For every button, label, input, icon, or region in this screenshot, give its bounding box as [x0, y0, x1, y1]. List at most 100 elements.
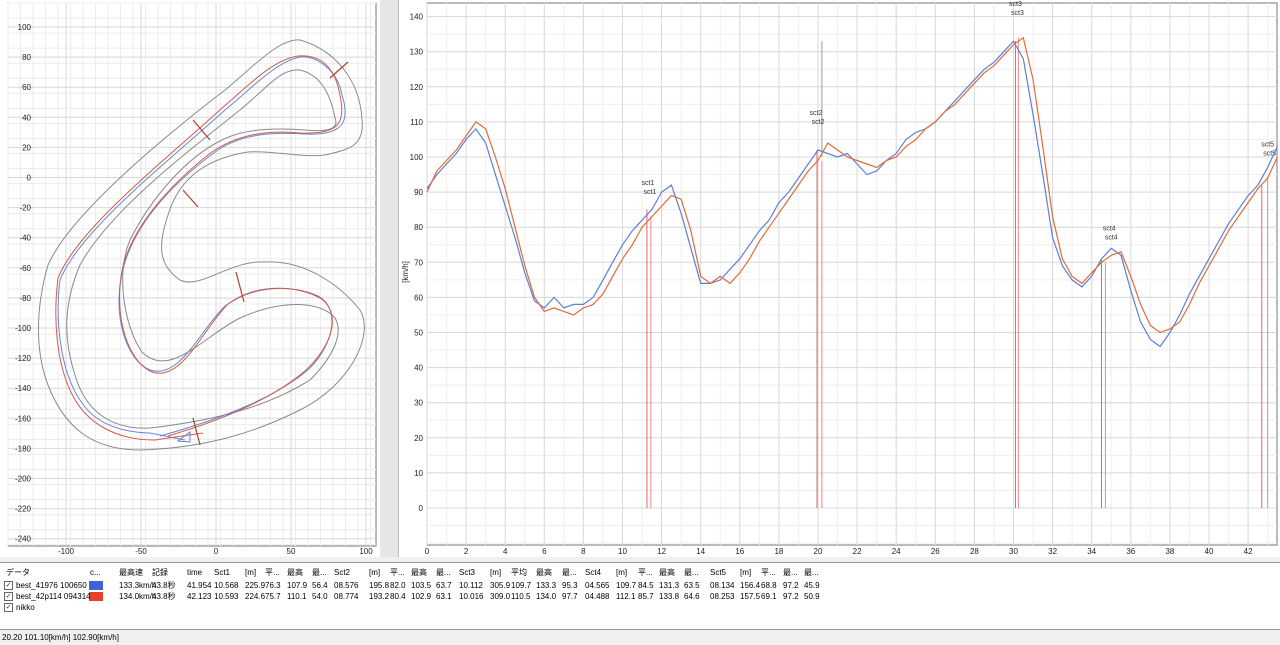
table-cell: 08.253 — [710, 592, 735, 601]
x-tick-label: 16 — [735, 547, 744, 556]
color-swatch[interactable] — [89, 592, 103, 601]
row-checkbox[interactable]: ✓ — [4, 603, 13, 612]
column-header[interactable]: Sct3 — [459, 567, 475, 578]
x-tick-label: 0 — [425, 547, 430, 556]
column-header[interactable]: 最... — [562, 567, 577, 578]
table-cell: 68.8 — [761, 581, 777, 590]
sector-label: sct2 — [812, 119, 825, 126]
x-tick-label: 40 — [1205, 547, 1214, 556]
status-text: 20.20 101.10[km/h] 102.90[km/h] — [2, 633, 119, 642]
table-cell: 50.9 — [804, 592, 820, 601]
column-header[interactable]: [m] — [616, 567, 627, 578]
y-tick-label: -220 — [15, 505, 32, 514]
column-header[interactable]: Sct4 — [585, 567, 601, 578]
table-cell: 10.568 — [214, 581, 239, 590]
sector-label: sct1 — [641, 180, 654, 187]
column-header[interactable]: 最... — [312, 567, 327, 578]
x-tick-label: -100 — [58, 547, 75, 556]
table-cell: 64.6 — [684, 592, 700, 601]
table-cell: 84.5 — [638, 581, 654, 590]
column-header[interactable]: 平... — [265, 567, 280, 578]
table-cell: 85.7 — [638, 592, 654, 601]
y-tick-label: -200 — [15, 475, 32, 484]
column-header[interactable]: 最... — [684, 567, 699, 578]
track-map-pane[interactable]: 100 80 60 40 20 0 -20 -40 -60 -80 -100 -120 -140 -160… — [0, 0, 381, 557]
row-name: best_42p114 094314 — [16, 592, 91, 601]
row-name: nikko — [16, 603, 35, 612]
column-header[interactable]: [m] — [490, 567, 501, 578]
y-tick-label: 100 — [410, 153, 424, 162]
color-swatch[interactable] — [89, 581, 103, 590]
column-header[interactable]: 最高 — [536, 567, 552, 578]
y-tick-label: 130 — [410, 48, 424, 57]
row-checkbox[interactable]: ✓ — [4, 581, 13, 590]
column-header[interactable]: 平... — [390, 567, 405, 578]
column-header[interactable]: Sct2 — [334, 567, 350, 578]
column-header[interactable]: [m] — [245, 567, 256, 578]
table-row[interactable]: ✓ best_42p114 094314 134.0km/h 43.8秒 42.123 1… — [0, 591, 1280, 602]
y-tick-label: 70 — [414, 258, 423, 267]
y-tick-label: 60 — [22, 83, 31, 92]
lap-data-table[interactable]: データ c... 最高速 記録 time Sct1 [m] 平... 最高 最... Sct2 [m]… — [0, 562, 1280, 630]
table-cell: 63.1 — [436, 592, 452, 601]
y-tick-label: 110 — [410, 118, 423, 127]
y-tick-label: 40 — [414, 364, 423, 373]
table-cell: 95.3 — [562, 581, 578, 590]
x-tick-label: 12 — [657, 547, 666, 556]
y-tick-label: 60 — [414, 293, 423, 302]
table-row[interactable]: ✓ best_41976 100650 133.3km/h 43.8秒 41.954 10… — [0, 580, 1280, 591]
column-header[interactable]: 平... — [761, 567, 776, 578]
column-header[interactable]: time — [187, 567, 202, 578]
y-tick-label: 140 — [410, 13, 424, 22]
speed-chart[interactable]: 01020304050607080901001101201301400 2 4 6 8 1… — [399, 0, 1280, 557]
column-header[interactable]: データ — [6, 567, 30, 578]
x-tick-label: 24 — [892, 547, 901, 556]
column-header[interactable]: 記録 — [152, 567, 168, 578]
table-cell: 133.3km/h — [119, 581, 157, 590]
column-header[interactable]: 最高速 — [119, 567, 143, 578]
y-tick-label: 20 — [22, 143, 31, 152]
y-tick-label: 50 — [414, 329, 423, 338]
column-header[interactable]: [m] — [740, 567, 751, 578]
column-header[interactable]: 最高 — [411, 567, 427, 578]
table-cell: 195.8 — [369, 581, 390, 590]
column-header[interactable]: 最... — [804, 567, 819, 578]
table-cell: 112.1 — [616, 592, 636, 601]
x-tick-label: 10 — [618, 547, 627, 556]
table-cell: 109.7 — [511, 581, 532, 590]
sector-label: sct1 — [643, 189, 656, 196]
column-header[interactable]: 最高 — [659, 567, 675, 578]
table-cell: 107.9 — [287, 581, 308, 590]
track-map[interactable]: 100 80 60 40 20 0 -20 -40 -60 -80 -100 -120 -140 -160… — [0, 0, 380, 557]
y-tick-label: 120 — [410, 83, 424, 92]
column-header[interactable]: c... — [90, 567, 101, 578]
column-header[interactable]: [m] — [369, 567, 380, 578]
table-cell: 54.0 — [312, 592, 328, 601]
table-cell: 76.3 — [265, 581, 281, 590]
column-header[interactable]: Sct5 — [710, 567, 726, 578]
row-checkbox[interactable]: ✓ — [4, 592, 13, 601]
speed-chart-pane[interactable]: 0 10 20 30 40 50 60 70 80 90 100 110 120 130 140 0 2 4 6 8 1… — [398, 0, 1280, 557]
table-cell: 133.8 — [659, 592, 680, 601]
table-row[interactable]: ✓ nikko — [0, 602, 1280, 613]
column-header[interactable]: Sct1 — [214, 567, 230, 578]
table-cell: 157.5 — [740, 592, 761, 601]
column-header[interactable]: 最... — [783, 567, 798, 578]
table-cell: 10.112 — [459, 581, 483, 590]
column-header[interactable]: 平... — [638, 567, 653, 578]
table-cell: 08.774 — [334, 592, 359, 601]
y-tick-label: -240 — [15, 535, 32, 544]
y-tick-label: -20 — [19, 204, 31, 213]
y-tick-label: -180 — [15, 444, 32, 453]
y-tick-label: 100 — [18, 23, 32, 32]
table-cell: 43.8秒 — [152, 581, 176, 590]
table-cell: 134.0km/h — [119, 592, 157, 601]
x-tick-label: 100 — [359, 547, 373, 556]
table-cell: 04.565 — [585, 581, 610, 590]
table-cell: 80.4 — [390, 592, 406, 601]
column-header[interactable]: 最高 — [287, 567, 303, 578]
column-header[interactable]: 平均 — [511, 567, 527, 578]
column-header[interactable]: 最... — [436, 567, 451, 578]
table-cell: 156.4 — [740, 581, 761, 590]
pane-splitter[interactable] — [380, 0, 398, 557]
